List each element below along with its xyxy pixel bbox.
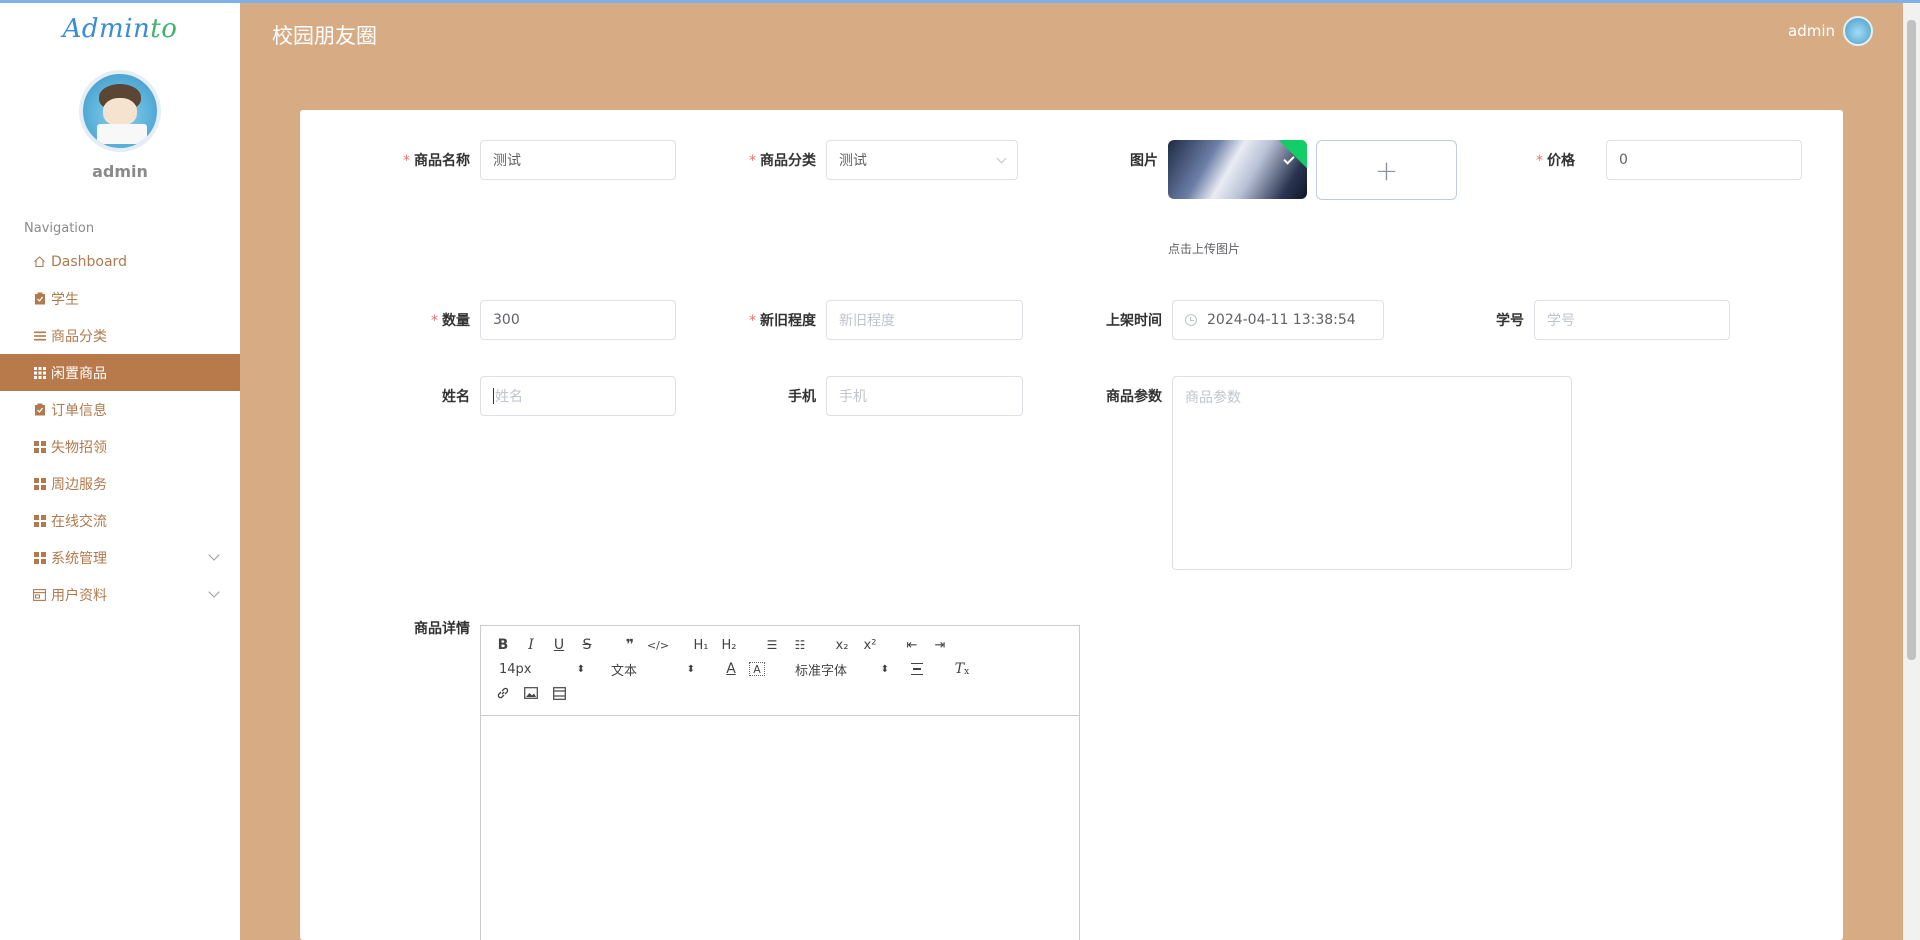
- condition-label: * 新旧程度: [749, 313, 816, 329]
- chevron-down-icon: [208, 549, 220, 561]
- clear-format-button[interactable]: Tx: [953, 660, 971, 678]
- font-size-select[interactable]: 14px: [499, 660, 585, 678]
- sidebar-item-idle-goods[interactable]: 闲置商品: [0, 354, 240, 391]
- superscript-button[interactable]: x²: [861, 636, 879, 654]
- editor-content-area[interactable]: [481, 716, 1079, 940]
- top-progress-line: [0, 0, 1920, 3]
- underline-button[interactable]: U: [551, 636, 567, 654]
- code-button[interactable]: </>: [647, 636, 669, 654]
- font-family-select[interactable]: 标准字体: [795, 660, 889, 679]
- params-label: 商品参数: [1106, 389, 1162, 405]
- check-icon: [1283, 153, 1295, 165]
- subscript-button[interactable]: x₂: [833, 636, 851, 654]
- ordered-list-button[interactable]: ☰: [763, 636, 781, 654]
- name-label: * 商品名称: [403, 153, 470, 169]
- clock-icon: [1185, 314, 1197, 326]
- student-no-input[interactable]: 学号: [1534, 300, 1730, 340]
- plus-icon: +: [1374, 153, 1399, 187]
- goods-name-input[interactable]: 测试: [480, 140, 676, 180]
- sidebar-item-orders[interactable]: 订单信息: [0, 391, 240, 428]
- bullet-list-button[interactable]: ☷: [791, 636, 809, 654]
- h1-button[interactable]: H₁: [691, 636, 711, 654]
- phone-input[interactable]: 手机: [826, 376, 1023, 416]
- grid-icon: [33, 551, 46, 564]
- upload-image-button[interactable]: +: [1316, 140, 1457, 200]
- detail-label: 商品详情: [414, 621, 470, 637]
- nav-section-title: Navigation: [24, 221, 95, 236]
- home-icon: [33, 255, 46, 268]
- header-select[interactable]: 文本: [611, 660, 695, 679]
- grid-icon: [33, 440, 46, 453]
- category-label: * 商品分类: [749, 153, 816, 169]
- quantity-input[interactable]: 300: [480, 300, 676, 340]
- price-label: * 价格: [1536, 153, 1575, 169]
- header-avatar[interactable]: [1843, 16, 1873, 46]
- outdent-button[interactable]: ⇤: [903, 636, 921, 654]
- grid-icon: [33, 366, 46, 379]
- category-select[interactable]: 测试: [826, 140, 1018, 180]
- editor-toolbar: B I U S ❞ </> H₁ H₂ ☰ ☷ x₂ x² ⇤ ⇥ 14px 文…: [481, 626, 1079, 716]
- student-no-label: 学号: [1496, 313, 1524, 329]
- background-color-button[interactable]: A: [749, 662, 765, 676]
- window-icon: [33, 588, 46, 601]
- sidebar-item-students[interactable]: 学生: [0, 280, 240, 317]
- list-time-label: 上架时间: [1106, 313, 1162, 329]
- header-username[interactable]: admin: [1788, 22, 1835, 40]
- sidebar-username: admin: [92, 162, 148, 181]
- image-label: 图片: [1130, 153, 1158, 169]
- sidebar-item-nearby-services[interactable]: 周边服务: [0, 465, 240, 502]
- sidebar-nav: Dashboard 学生 商品分类 闲置商品 订单信息 失物招领 周边服务 在线…: [0, 243, 240, 613]
- rich-text-editor: B I U S ❞ </> H₁ H₂ ☰ ☷ x₂ x² ⇤ ⇥ 14px 文…: [480, 625, 1080, 940]
- h2-button[interactable]: H₂: [719, 636, 739, 654]
- strike-button[interactable]: S: [579, 636, 595, 654]
- scrollbar-thumb[interactable]: [1907, 20, 1916, 660]
- uploaded-image-thumbnail[interactable]: [1168, 140, 1307, 199]
- avatar[interactable]: [79, 70, 161, 152]
- real-name-label: 姓名: [442, 389, 470, 405]
- page-scrollbar[interactable]: [1903, 3, 1920, 940]
- sidebar-item-dashboard[interactable]: Dashboard: [0, 243, 240, 280]
- app-logo: Adminto: [62, 14, 178, 44]
- list-icon: [33, 329, 46, 342]
- clipboard-icon: [33, 403, 46, 416]
- goods-form-card: * 商品名称 测试 * 商品分类 测试 图片 + 点击上传图片 * 价格 0 * 数量 …: [300, 110, 1843, 940]
- bold-button[interactable]: B: [495, 636, 511, 654]
- sidebar-item-lost-found[interactable]: 失物招领: [0, 428, 240, 465]
- params-textarea[interactable]: 商品参数: [1172, 376, 1572, 570]
- image-icon: [524, 687, 538, 699]
- phone-label: 手机: [788, 389, 816, 405]
- condition-input[interactable]: 新旧程度: [826, 300, 1023, 340]
- sidebar: Adminto admin Navigation Dashboard 学生 商品…: [0, 0, 240, 940]
- chevron-down-icon: [208, 586, 220, 598]
- grid-icon: [33, 477, 46, 490]
- sidebar-item-system[interactable]: 系统管理: [0, 539, 240, 576]
- text-color-button[interactable]: A: [723, 660, 739, 678]
- list-time-picker[interactable]: 2024-04-11 13:38:54: [1172, 300, 1384, 340]
- video-icon: [552, 686, 566, 700]
- image-button[interactable]: [523, 684, 539, 702]
- sidebar-item-user-profile[interactable]: 用户资料: [0, 576, 240, 613]
- upload-tip: 点击上传图片: [1168, 242, 1241, 256]
- indent-button[interactable]: ⇥: [931, 636, 949, 654]
- sidebar-item-online-chat[interactable]: 在线交流: [0, 502, 240, 539]
- quantity-label: * 数量: [431, 313, 470, 329]
- video-button[interactable]: [551, 684, 567, 702]
- link-icon: [497, 687, 509, 699]
- link-button[interactable]: [495, 684, 511, 702]
- page-title: 校园朋友圈: [272, 24, 377, 48]
- italic-button[interactable]: I: [523, 636, 539, 654]
- sidebar-item-categories[interactable]: 商品分类: [0, 317, 240, 354]
- real-name-input[interactable]: 姓名: [480, 376, 676, 416]
- chevron-down-icon: [996, 153, 1007, 164]
- grid-icon: [33, 514, 46, 527]
- price-input[interactable]: 0: [1606, 140, 1802, 180]
- align-button[interactable]: [909, 660, 925, 678]
- blockquote-button[interactable]: ❞: [621, 636, 639, 654]
- clipboard-icon: [33, 292, 46, 305]
